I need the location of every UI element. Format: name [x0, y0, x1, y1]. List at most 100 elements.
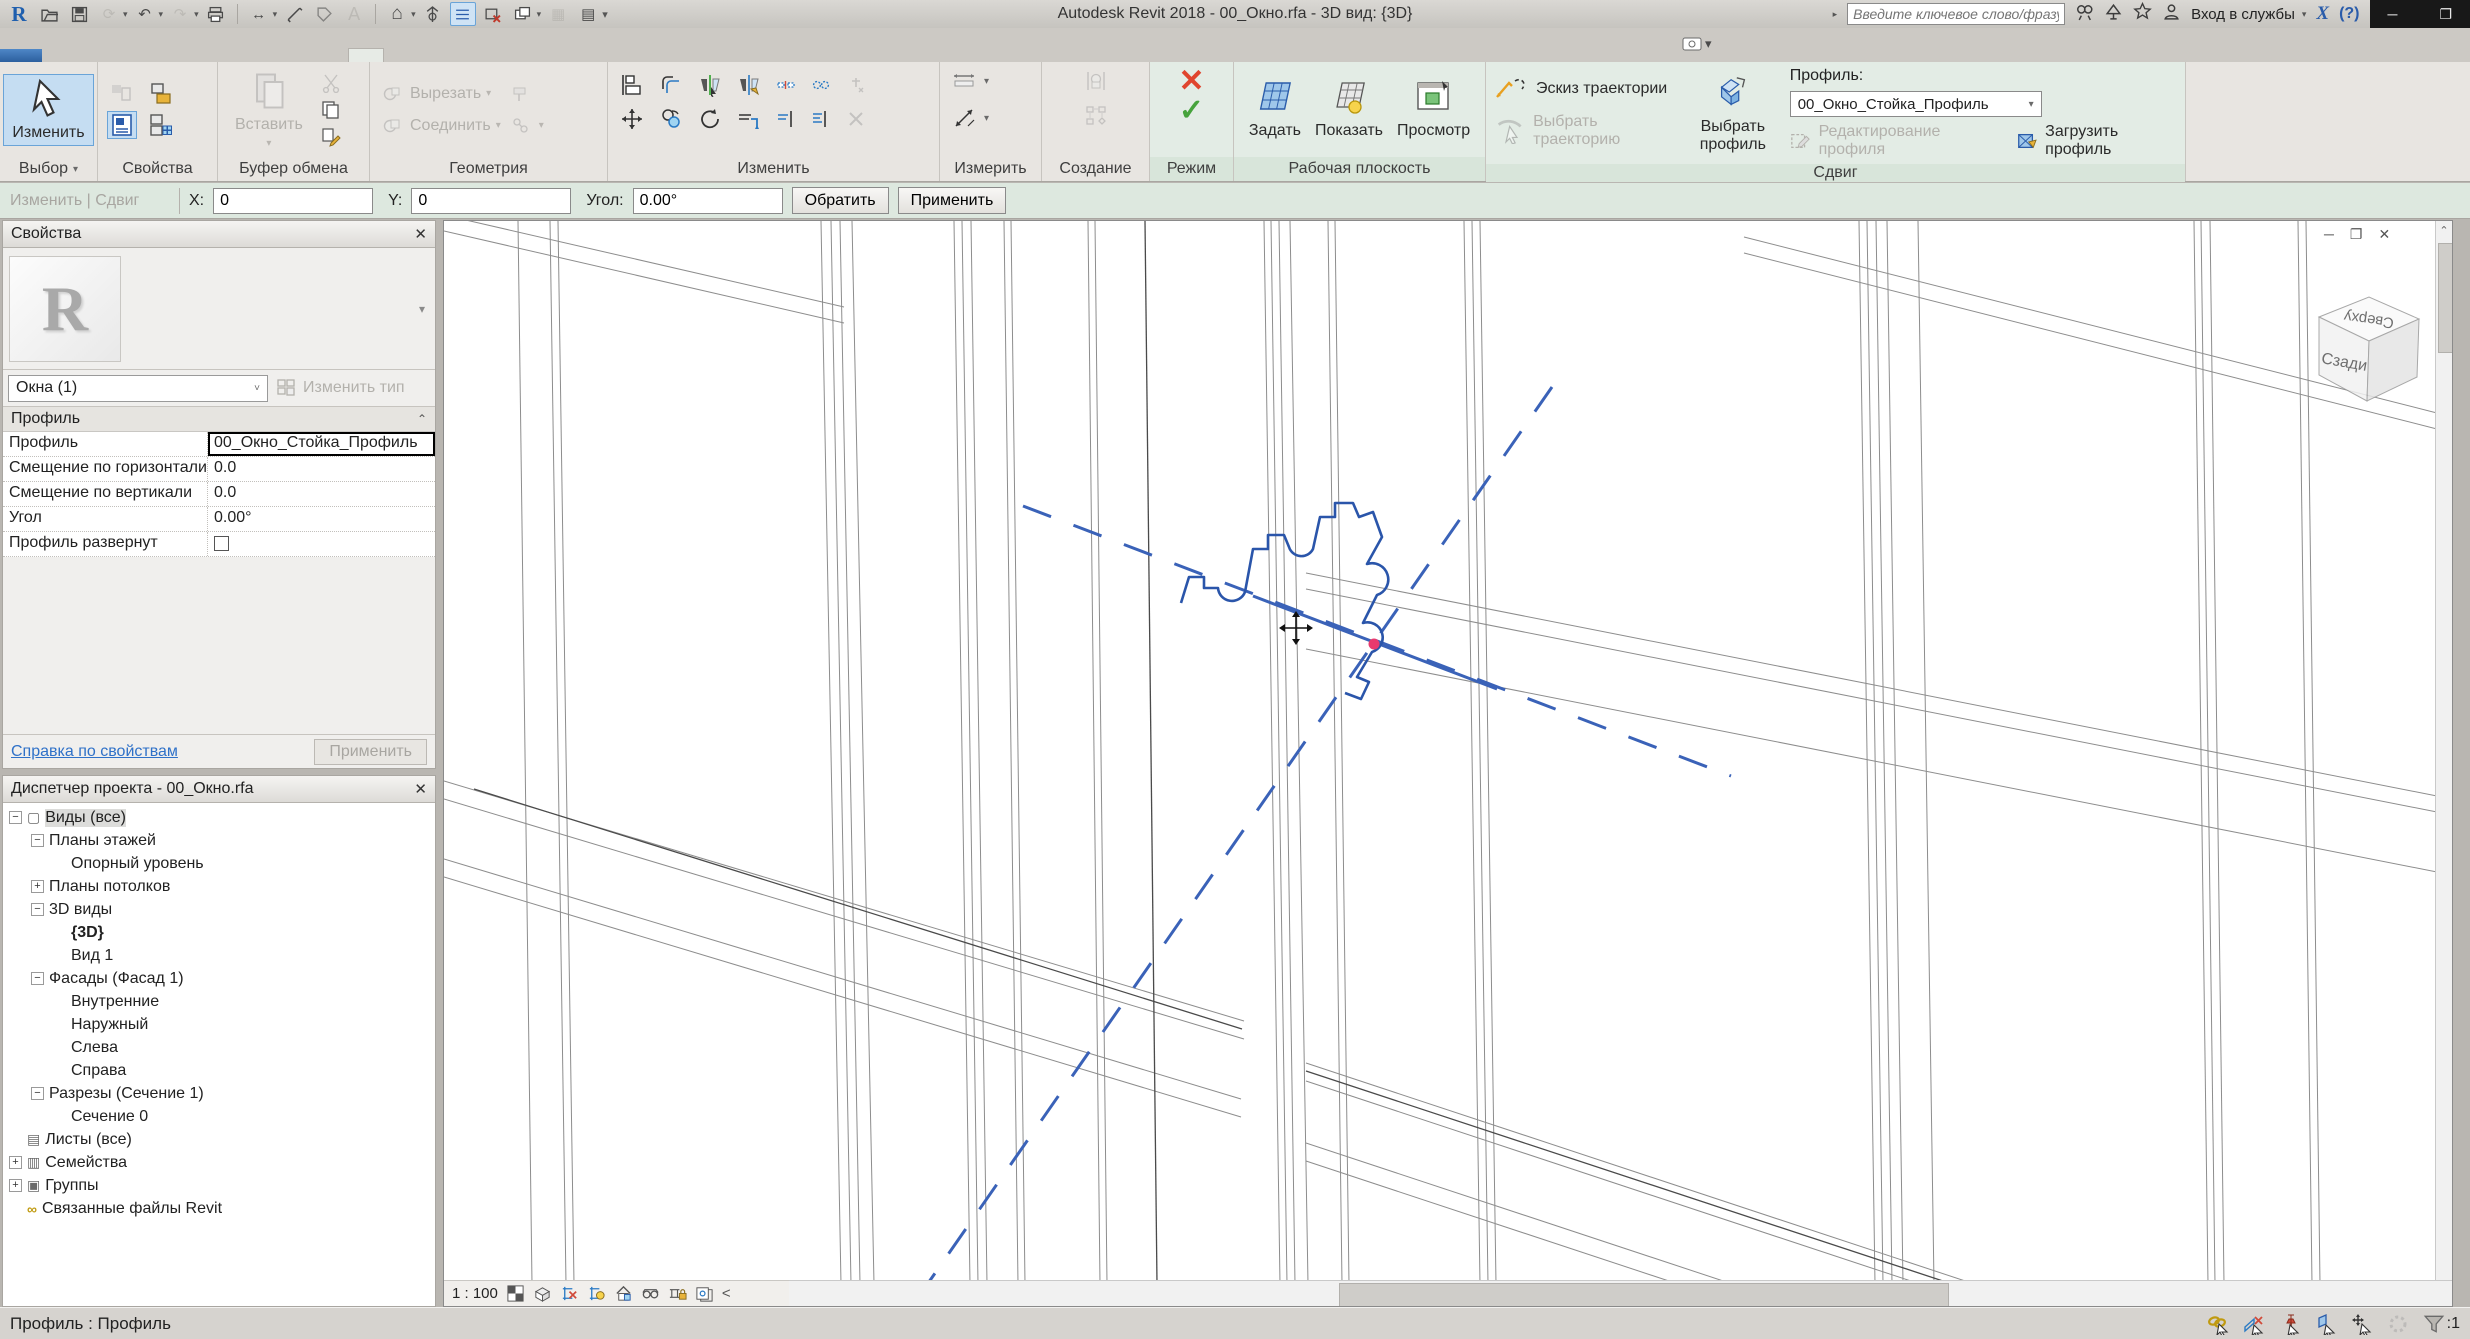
dimension-tool-icon[interactable]	[949, 104, 979, 132]
horizontal-scroll-thumb[interactable]	[1339, 1283, 1949, 1307]
text-icon[interactable]: A	[341, 2, 367, 26]
workplane-viewer-button[interactable]: Просмотр	[1395, 77, 1472, 142]
tree-item[interactable]: Вид 1	[3, 944, 435, 967]
workplane-set-button[interactable]: Задать	[1247, 77, 1303, 142]
ribbon-tab[interactable]	[314, 49, 348, 62]
ribbon-tab[interactable]	[212, 49, 246, 62]
print-icon[interactable]	[203, 2, 229, 26]
measure-tool-icon[interactable]	[949, 67, 979, 95]
copy-element-icon[interactable]	[656, 105, 686, 133]
delete-icon[interactable]	[843, 107, 869, 131]
save-orientation-icon[interactable]	[614, 1284, 633, 1303]
tree-item[interactable]: ▤ Листы (все)	[3, 1128, 435, 1151]
offset-icon[interactable]	[656, 71, 686, 99]
tree-item[interactable]: Наружный	[3, 1013, 435, 1036]
ribbon-tab[interactable]	[42, 49, 76, 62]
undo-icon[interactable]: ↶	[132, 2, 158, 26]
param-row[interactable]: Смещение по вертикали 0.0	[3, 482, 435, 507]
param-checkbox[interactable]	[214, 536, 229, 551]
sync-dropdown-icon[interactable]: ▾	[123, 9, 128, 20]
tree-expander-icon[interactable]: −	[31, 834, 44, 847]
shadows-icon[interactable]	[533, 1284, 552, 1303]
redo-icon[interactable]: ↷	[167, 2, 193, 26]
panel-caption-geometry[interactable]: Геометрия	[370, 157, 607, 181]
edit-type-button[interactable]: Изменить тип	[276, 378, 405, 398]
3d-view-dropdown-icon[interactable]: ▾	[411, 9, 416, 20]
search-icon[interactable]	[2075, 2, 2094, 26]
panel-caption-measure[interactable]: Измерить	[940, 157, 1041, 181]
tag-icon[interactable]	[311, 2, 337, 26]
cut-geometry-icon[interactable]	[379, 82, 405, 106]
load-profile-button[interactable]: Загрузить профиль	[2016, 123, 2176, 159]
tree-item[interactable]: Справа	[3, 1059, 435, 1082]
ribbon-tab[interactable]	[280, 49, 314, 62]
split-element-icon[interactable]	[773, 73, 799, 97]
view-close-icon[interactable]: ✕	[2378, 226, 2390, 243]
properties-apply-button[interactable]: Применить	[314, 739, 427, 765]
panel-caption-sweep[interactable]: Сдвиг	[1486, 164, 2185, 182]
create-group-icon[interactable]	[1081, 67, 1111, 95]
pick-path-button[interactable]: Выбрать траекторию	[1495, 113, 1676, 149]
cut-icon[interactable]	[318, 71, 344, 95]
ribbon-tab[interactable]	[348, 48, 384, 62]
x-input[interactable]	[213, 188, 373, 214]
select-underlay-icon[interactable]	[2243, 1313, 2265, 1335]
measure-icon[interactable]: ↔	[246, 2, 272, 26]
properties-close-icon[interactable]: ✕	[414, 225, 427, 243]
ribbon-tab[interactable]	[0, 49, 42, 62]
type-preview[interactable]: R ▾	[3, 248, 435, 370]
switch-windows-icon[interactable]	[510, 2, 536, 26]
view-restore-icon[interactable]: ❐	[2350, 226, 2363, 243]
tree-item[interactable]: Внутренние	[3, 990, 435, 1013]
select-links-icon[interactable]	[2207, 1313, 2229, 1335]
tree-item[interactable]: Сечение 0	[3, 1105, 435, 1128]
view-scale[interactable]: 1 : 100	[452, 1285, 498, 1302]
tree-item[interactable]: − Разрезы (Сечение 1)	[3, 1082, 435, 1105]
copy-icon[interactable]	[318, 98, 344, 122]
trim-extend-single-icon[interactable]	[773, 107, 799, 131]
move-icon[interactable]	[617, 105, 647, 133]
param-row[interactable]: Профиль 00_Окно_Стойка_Профиль	[3, 432, 435, 457]
y-input[interactable]	[411, 188, 571, 214]
split-with-gap-icon[interactable]	[808, 73, 834, 97]
minimize-button[interactable]: ─	[2388, 6, 2398, 22]
param-row[interactable]: Смещение по горизонтали 0.0	[3, 457, 435, 482]
help-icon[interactable]: (?)	[2339, 5, 2359, 23]
crop-view-icon[interactable]	[560, 1284, 579, 1303]
open-icon[interactable]	[36, 2, 62, 26]
rotate-icon[interactable]	[695, 105, 725, 133]
reveal-hidden-icon[interactable]	[695, 1284, 714, 1303]
collapse-viewbar-icon[interactable]: <	[722, 1285, 731, 1302]
selection-filter[interactable]: :1	[2423, 1313, 2460, 1335]
flip-button[interactable]: Обратить	[792, 187, 889, 214]
profile-dropdown[interactable]: 00_Окно_Стойка_Профиль▾	[1790, 91, 2042, 117]
load-family-icon[interactable]	[146, 111, 176, 139]
tree-item[interactable]: ∞ Связанные файлы Revit	[3, 1197, 435, 1220]
lock-view-icon[interactable]	[668, 1284, 687, 1303]
communication-center-icon[interactable]	[2104, 2, 2123, 26]
visual-style-icon[interactable]	[506, 1284, 525, 1303]
select-pinned-icon[interactable]	[2279, 1313, 2301, 1335]
tree-expander-icon[interactable]: +	[9, 1179, 22, 1192]
vertical-scroll-thumb[interactable]	[2438, 243, 2453, 353]
exchange-apps-icon[interactable]: X	[2316, 3, 2329, 25]
ribbon-state-toggle[interactable]: ▾	[1682, 36, 1712, 52]
match-type-icon[interactable]	[318, 125, 344, 149]
sketch-path-button[interactable]: Эскиз траектории	[1495, 77, 1667, 101]
finish-sweep-icon[interactable]: ✓	[1179, 97, 1204, 125]
ribbon-tab[interactable]	[144, 49, 178, 62]
panel-caption-select[interactable]: Выбор▾	[0, 157, 97, 181]
panel-caption-create[interactable]: Создание	[1042, 157, 1149, 181]
close-hidden-windows-icon[interactable]	[480, 2, 506, 26]
apply-options-button[interactable]: Применить	[898, 187, 1007, 214]
sync-icon[interactable]: ⟳	[96, 2, 122, 26]
browser-close-icon[interactable]: ✕	[414, 780, 427, 798]
ribbon-tab[interactable]	[178, 49, 212, 62]
drawing-area[interactable]: ─ ❐ ✕ Сверху Сзади ⌃ 1 : 100 <	[443, 220, 2453, 1307]
tree-item[interactable]: + Планы потолков	[3, 875, 435, 898]
restore-button[interactable]: ❐	[2439, 6, 2452, 23]
redo-dropdown-icon[interactable]: ▾	[194, 9, 199, 20]
favorites-icon[interactable]	[2133, 2, 2152, 26]
tree-item[interactable]: − Планы этажей	[3, 829, 435, 852]
undo-dropdown-icon[interactable]: ▾	[159, 9, 164, 20]
